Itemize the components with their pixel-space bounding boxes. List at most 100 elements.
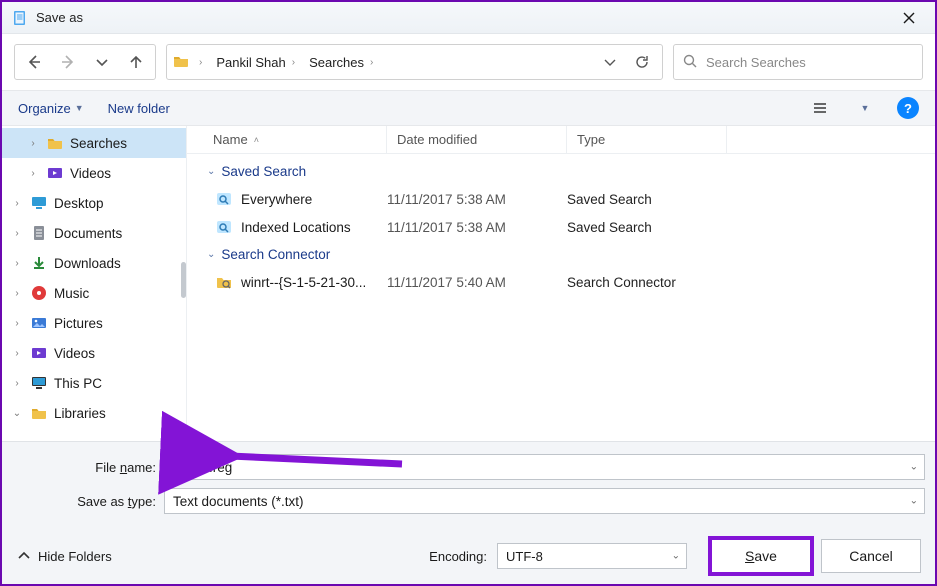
column-header-date[interactable]: Date modified (387, 126, 567, 153)
tree-item-label: Downloads (54, 256, 121, 271)
tree-item-label: Desktop (54, 196, 104, 211)
encoding-label: Encoding: (429, 549, 487, 564)
pc-icon (30, 374, 48, 392)
view-options-button[interactable] (807, 95, 833, 121)
encoding-value: UTF-8 (506, 549, 543, 564)
window-title: Save as (36, 10, 83, 25)
file-type: Saved Search (567, 220, 727, 235)
chevron-down-icon: ⌄ (207, 249, 215, 260)
file-date: 11/11/2017 5:38 AM (387, 220, 567, 235)
group-title: Search Connector (221, 247, 330, 262)
saved-search-icon (215, 218, 233, 236)
tree-item-pictures[interactable]: › Pictures (2, 308, 186, 338)
expander-icon[interactable]: › (10, 198, 24, 209)
tree-item-label: Videos (70, 166, 111, 181)
file-row[interactable]: winrt--{S-1-5-21-30... 11/11/2017 5:40 AM… (187, 268, 935, 296)
filename-dropdown-icon[interactable]: ⌄ (910, 462, 918, 473)
help-button[interactable]: ? (897, 97, 919, 119)
view-options-dropdown[interactable]: ▼ (857, 95, 873, 121)
save-form: File name: Demo.reg ⌄ Save as type: Text… (2, 441, 935, 528)
file-name: Everywhere (241, 192, 312, 207)
music-icon (30, 284, 48, 302)
address-bar[interactable]: › Pankil Shah› Searches› (166, 44, 663, 80)
tree-item-label: This PC (54, 376, 102, 391)
file-name: Indexed Locations (241, 220, 351, 235)
nav-tree[interactable]: › Searches › Videos › Desktop › Documents › Downl… (2, 126, 187, 441)
nav-buttons-group (14, 44, 156, 80)
search-connector-icon (215, 273, 233, 291)
tree-item-videos1[interactable]: › Videos (2, 158, 186, 188)
save-button[interactable]: Save (711, 539, 811, 573)
tree-item-label: Documents (54, 226, 122, 241)
new-folder-button[interactable]: New folder (108, 101, 170, 116)
file-type: Saved Search (567, 192, 727, 207)
forward-button[interactable] (53, 47, 83, 77)
filename-value: Demo.reg (173, 460, 232, 475)
hide-folders-button[interactable]: Hide Folders (16, 547, 112, 566)
file-list-view: Name˄ Date modified Type ⌄Saved SearchEv… (187, 126, 935, 441)
recent-locations-button[interactable] (87, 47, 117, 77)
folder-icon (173, 53, 189, 72)
tree-item-label: Pictures (54, 316, 103, 331)
group-title: Saved Search (221, 164, 306, 179)
breadcrumb-sep-0[interactable]: › (193, 54, 208, 71)
expander-icon[interactable]: › (10, 318, 24, 329)
folder-icon (30, 404, 48, 422)
tree-item-label: Libraries (54, 406, 106, 421)
search-box[interactable] (673, 44, 923, 80)
doc-icon (30, 224, 48, 242)
tree-item-downloads[interactable]: › Downloads (2, 248, 186, 278)
search-icon (682, 53, 698, 72)
file-name: winrt--{S-1-5-21-30... (241, 275, 366, 290)
close-button[interactable] (889, 4, 929, 32)
encoding-dropdown-icon[interactable]: ⌄ (672, 551, 680, 562)
chevron-up-icon (16, 547, 32, 566)
file-row[interactable]: Indexed Locations 11/11/2017 5:38 AMSaved… (187, 213, 935, 241)
tree-item-desktop[interactable]: › Desktop (2, 188, 186, 218)
tree-item-thispc[interactable]: › This PC (2, 368, 186, 398)
address-history-button[interactable] (596, 48, 624, 76)
dialog-footer: Hide Folders Encoding: UTF-8 ⌄ Save Canc… (2, 528, 935, 584)
tree-item-music[interactable]: ›Music (2, 278, 186, 308)
column-header-name[interactable]: Name˄ (187, 126, 387, 153)
back-button[interactable] (19, 47, 49, 77)
cancel-button[interactable]: Cancel (821, 539, 921, 573)
expander-icon[interactable]: › (26, 138, 40, 149)
expander-icon[interactable]: › (10, 378, 24, 389)
expander-icon[interactable]: › (26, 168, 40, 179)
folder-icon (46, 134, 64, 152)
expander-icon[interactable]: › (10, 288, 24, 299)
tree-item-label: Searches (70, 136, 127, 151)
column-header-type[interactable]: Type (567, 126, 727, 153)
file-row[interactable]: Everywhere11/11/2017 5:38 AMSaved Search (187, 185, 935, 213)
expander-icon[interactable]: ⌄ (10, 408, 24, 419)
encoding-select[interactable]: UTF-8 ⌄ (497, 543, 687, 569)
expander-icon[interactable]: › (10, 228, 24, 239)
tree-scrollbar-thumb[interactable] (181, 262, 186, 298)
breadcrumb-item-0[interactable]: Pankil Shah› (212, 52, 301, 73)
savetype-select[interactable]: Text documents (*.txt) ⌄ (164, 488, 925, 514)
group-header[interactable]: ⌄Saved Search (187, 158, 935, 185)
savetype-label: Save as type: (12, 494, 156, 509)
tree-item-label: Videos (54, 346, 95, 361)
tree-item-searches[interactable]: › Searches (2, 128, 186, 158)
filename-label: File name: (12, 460, 156, 475)
organize-menu[interactable]: Organize▼ (18, 101, 84, 116)
tree-item-documents[interactable]: › Documents (2, 218, 186, 248)
filename-input[interactable]: Demo.reg ⌄ (164, 454, 925, 480)
download-icon (30, 254, 48, 272)
group-header[interactable]: ⌄ Search Connector (187, 241, 935, 268)
tree-item-videos2[interactable]: › Videos (2, 338, 186, 368)
search-input[interactable] (704, 54, 914, 71)
monitor-icon (30, 194, 48, 212)
tree-item-libraries[interactable]: ⌄ Libraries (2, 398, 186, 428)
file-date: 11/11/2017 5:40 AM (387, 275, 567, 290)
refresh-button[interactable] (628, 48, 656, 76)
expander-icon[interactable]: › (10, 348, 24, 359)
main-area: › Searches › Videos › Desktop › Documents › Downl… (2, 126, 935, 441)
savetype-dropdown-icon[interactable]: ⌄ (910, 496, 918, 507)
command-bar: Organize▼ New folder ▼ ? (2, 90, 935, 126)
expander-icon[interactable]: › (10, 258, 24, 269)
up-button[interactable] (121, 47, 151, 77)
breadcrumb-item-1[interactable]: Searches› (305, 52, 379, 73)
